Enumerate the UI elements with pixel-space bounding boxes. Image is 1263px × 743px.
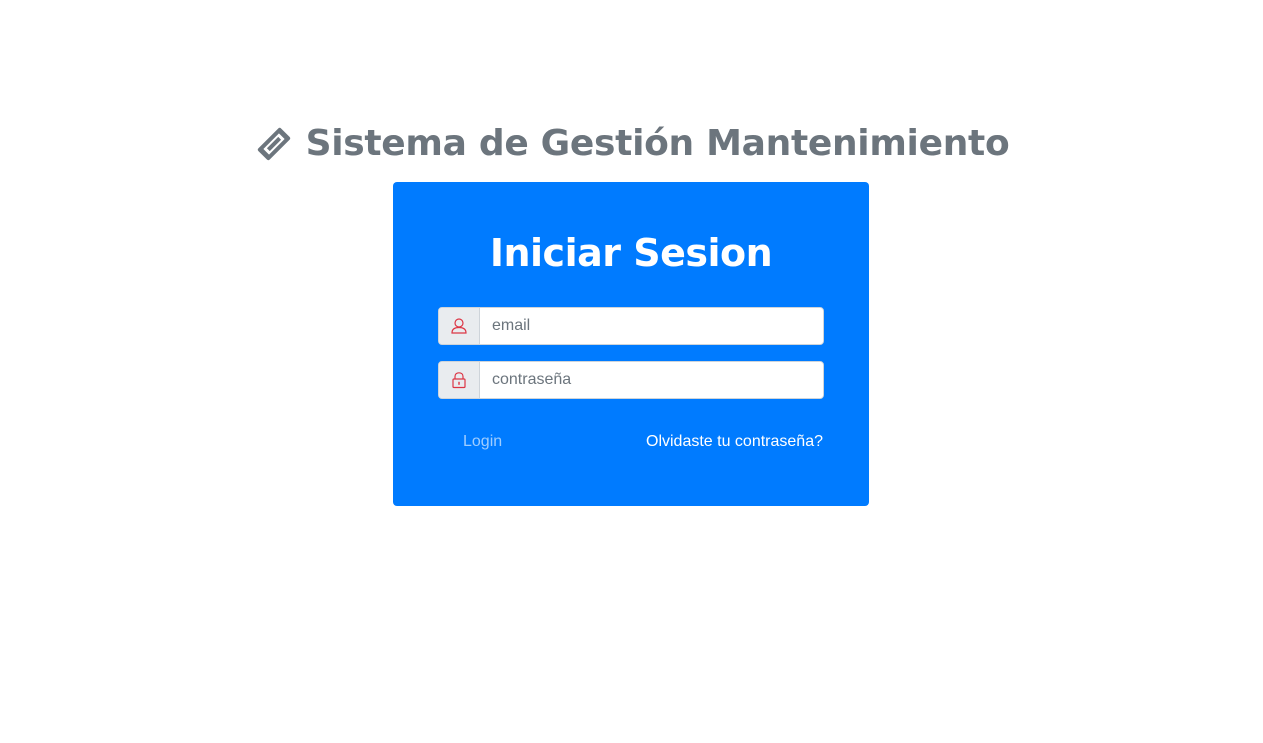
- forgot-password-link[interactable]: Olvidaste tu contraseña?: [646, 432, 823, 452]
- app-title-text: Sistema de Gestión Mantenimiento: [305, 123, 1010, 164]
- login-card-title: Iniciar Sesion: [489, 231, 773, 275]
- login-button[interactable]: Login: [463, 432, 502, 452]
- email-input-group: [438, 307, 824, 345]
- email-field[interactable]: [480, 308, 823, 344]
- user-icon: [439, 308, 480, 344]
- password-field[interactable]: [480, 362, 823, 398]
- login-page: Sistema de Gestión Mantenimiento Iniciar…: [0, 0, 1263, 743]
- ticket-icon: [254, 124, 294, 164]
- password-input-group: [438, 361, 824, 399]
- lock-icon: [439, 362, 480, 398]
- app-title: Sistema de Gestión Mantenimiento: [0, 118, 1263, 170]
